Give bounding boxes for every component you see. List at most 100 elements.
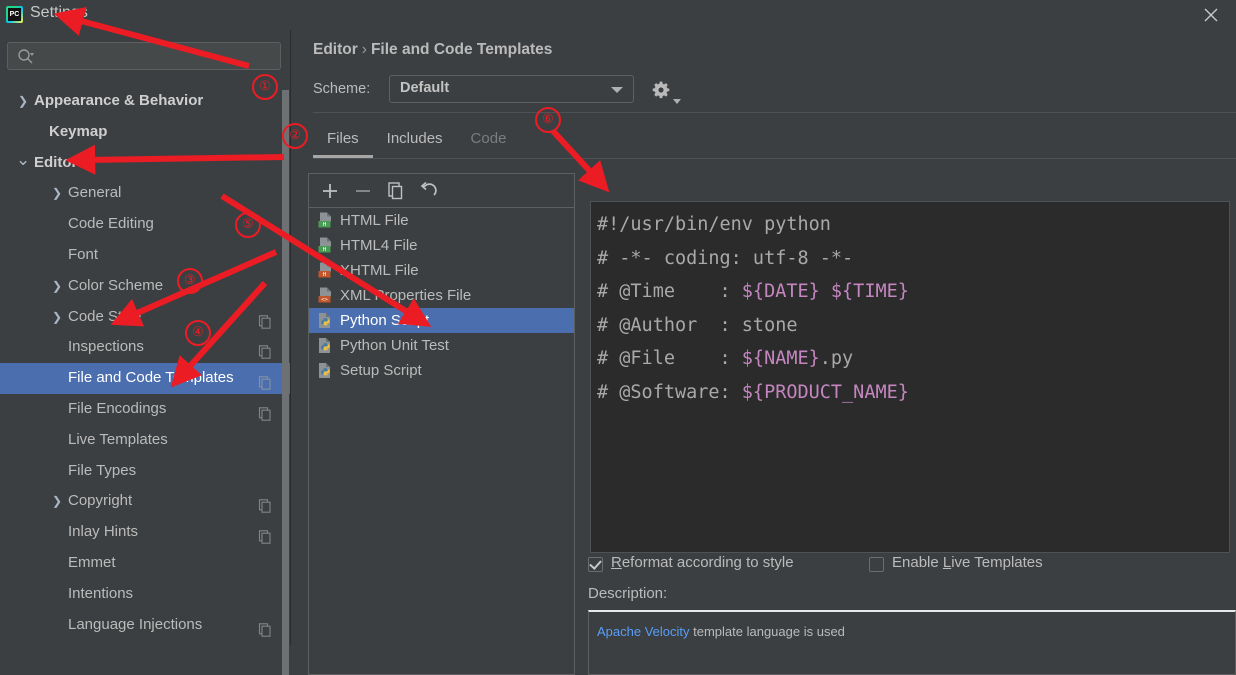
description-box: Apache Velocity template language is use… [588,610,1236,675]
copy-settings-icon[interactable] [258,618,272,649]
apache-velocity-link[interactable]: Apache Velocity [597,624,690,639]
chevron-right-icon[interactable]: ❯ [50,271,64,302]
template-variable: ${PRODUCT_NAME} [741,381,909,403]
sidebar-item-color-scheme[interactable]: ❯ Color Scheme [0,271,290,302]
tabs-divider [313,158,1236,159]
sidebar-item-label: Intentions [68,584,134,602]
pycharm-icon: PC [6,6,23,23]
svg-text:H: H [323,272,326,278]
sidebar-item-label: File and Code Templates [68,369,234,387]
close-icon[interactable] [1192,0,1230,30]
settings-content-pane: Editor › File and Code Templates Scheme: D… [291,30,1236,675]
chevron-right-icon[interactable]: ❯ [16,86,30,117]
template-editor[interactable]: #!/usr/bin/env python # -*- coding: utf-8… [590,201,1230,553]
sidebar-item-editor[interactable]: ⌄ Editor [0,148,290,179]
annotation-number-6: ⑥ [535,107,561,133]
tab-includes[interactable]: Includes [373,122,457,158]
editor-line: # @Software: ${PRODUCT_NAME} [597,376,909,410]
chevron-right-icon[interactable]: ❯ [50,178,64,209]
sidebar-item-file-encodings[interactable]: File Encodings [0,394,290,425]
copy-template-button[interactable] [385,180,407,202]
code-text: .py [819,348,854,369]
sidebar-item-inspections[interactable]: Inspections [0,332,290,363]
template-list-item-label: Python Script [340,312,430,329]
sidebar-item-file-types[interactable]: File Types [0,456,290,487]
sidebar-item-label: Font [68,245,99,263]
add-template-button[interactable] [319,180,341,202]
template-list-item-label: Setup Script [340,362,422,379]
reformat-according-to-style-label[interactable]: Reformat according to style [611,554,794,571]
sidebar-item-label: Code Style [68,307,142,325]
template-variable: ${DATE} ${TIME} [741,281,909,302]
close-icon-glyph [1204,8,1218,22]
sidebar-item-keymap[interactable]: Keymap [0,117,290,148]
scheme-label: Scheme: [313,81,371,97]
sidebar-item-label: File Types [68,461,137,479]
svg-text:<>: <> [321,297,328,303]
template-list-item[interactable]: Python Script [309,308,574,333]
template-list-item[interactable]: H XHTML File [309,258,574,283]
sidebar-item-code-style[interactable]: ❯ Code Style [0,302,290,333]
template-list-item-label: Python Unit Test [340,337,449,354]
sidebar-scrollbar[interactable] [282,90,289,675]
gear-icon[interactable] [651,80,683,104]
reformat-according-to-style-checkbox[interactable] [588,557,603,572]
template-list-item[interactable]: Setup Script [309,358,574,383]
tab-code: Code [470,130,507,147]
search-icon [17,48,35,70]
search-input[interactable] [40,43,282,71]
code-text: # @Time : [597,281,742,302]
sidebar-item-file-and-code-templates[interactable]: File and Code Templates [0,363,290,394]
svg-text:H: H [323,247,326,253]
sidebar-item-label: Language Injections [68,615,203,633]
remove-template-button[interactable] [352,180,374,202]
sidebar-item-copyright[interactable]: ❯ Copyright [0,486,290,517]
header-divider [313,112,1236,113]
template-list-item[interactable]: <> XML Properties File [309,283,574,308]
templates-list: H HTML File H HTML4 File H XHTML File <> XML Pr… [309,208,574,674]
editor-line: # -*- coding: utf-8 -*- [597,242,909,276]
code-text: # @Author : stone [597,314,798,336]
chevron-right-icon[interactable]: ❯ [50,486,64,517]
template-editor-code: #!/usr/bin/env python # -*- coding: utf-8… [597,208,909,409]
template-list-item[interactable]: H HTML4 File [309,233,574,258]
sidebar-item-appearance-behavior[interactable]: ❯ Appearance & Behavior [0,86,290,117]
sidebar-item-live-templates[interactable]: Live Templates [0,425,290,456]
code-text: # -*- coding: utf-8 -*- [597,247,854,269]
annotation-number-1: ① [252,74,278,100]
python-file-icon [317,337,334,354]
sidebar-item-font[interactable]: Font [0,240,290,271]
search-box[interactable] [7,42,282,71]
annotation-number-4: ④ [185,320,211,346]
description-text: Apache Velocity template language is use… [597,624,845,639]
template-tabs: Files Includes Code [313,122,520,158]
sidebar-item-general[interactable]: ❯ General [0,178,290,209]
sidebar-item-label: Live Templates [68,430,168,448]
templates-panel: H HTML File H HTML4 File H XHTML File <> XML Pr… [308,173,575,675]
chevron-right-icon[interactable]: ❯ [50,302,64,333]
template-list-item[interactable]: Python Unit Test [309,333,574,358]
editor-line: #!/usr/bin/env python [597,208,909,242]
editor-line: # @Time : ${DATE} ${TIME} [597,275,909,309]
tab-files[interactable]: Files [313,122,373,158]
annotation-number-2: ② [282,123,308,149]
sidebar-item-emmet[interactable]: Emmet [0,548,290,579]
python-file-icon [317,362,334,379]
scheme-value: Default [400,80,450,96]
settings-sidebar: ❯ Appearance & Behavior Keymap ⌄ Editor ❯ Gene… [0,30,290,675]
sidebar-item-label: Code Editing [68,215,154,233]
sidebar-item-inlay-hints[interactable]: Inlay Hints [0,517,290,548]
enable-live-templates-label[interactable]: Enable Live Templates [892,554,1043,571]
enable-live-templates-checkbox[interactable] [869,557,884,572]
reset-template-button[interactable] [418,180,440,202]
sidebar-item-label: Inspections [68,338,144,356]
sidebar-item-intentions[interactable]: Intentions [0,579,290,610]
code-text: # @File : [597,348,742,369]
chevron-down-icon[interactable]: ⌄ [16,148,30,172]
annotation-number-3: ③ [177,268,203,294]
breadcrumb-parent[interactable]: Editor [313,41,358,58]
editor-line: # @File : ${NAME}.py [597,342,909,376]
template-list-item[interactable]: H HTML File [309,208,574,233]
sidebar-item-language-injections[interactable]: Language Injections [0,610,290,641]
scheme-dropdown[interactable]: Default [389,75,634,103]
